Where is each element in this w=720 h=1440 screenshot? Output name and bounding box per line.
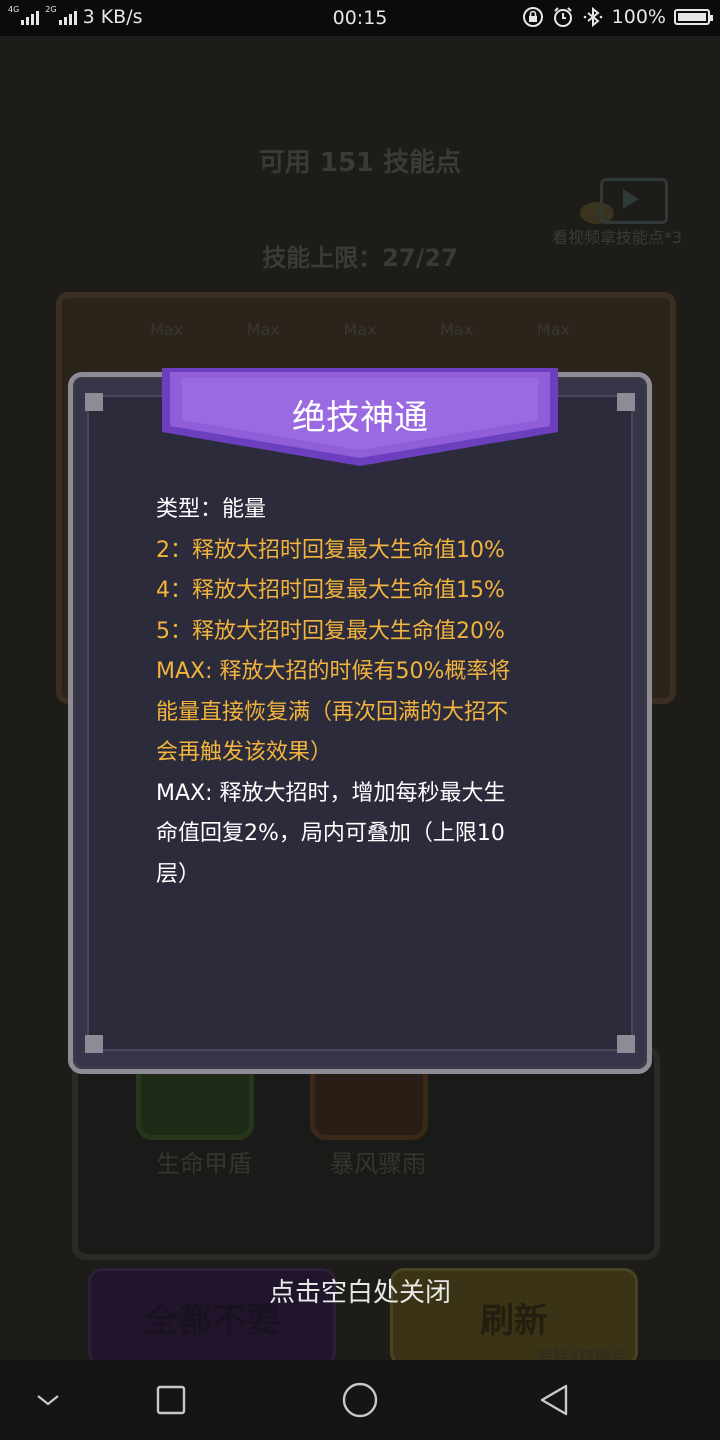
lock-rotation-icon (522, 7, 543, 27)
max-label: Max (343, 320, 377, 339)
max-labels-row: Max Max Max Max Max (150, 320, 570, 339)
desc-line-tier4: 4：释放大招时回复最大生命值15% (156, 578, 505, 603)
desc-line-max2a: MAX: 释放大招时，增加每秒最大生 (156, 780, 506, 806)
skill-name-storm: 暴风骤雨 (330, 1150, 426, 1178)
max-label: Max (246, 320, 280, 339)
max-label: Max (440, 320, 474, 339)
battery-percent: 100% (611, 6, 666, 28)
video-play-icon[interactable] (600, 178, 668, 224)
max-label: Max (536, 320, 570, 339)
circle-home-icon[interactable] (340, 1380, 380, 1420)
battery-icon (674, 9, 713, 25)
skill-name-shield: 生命甲盾 (156, 1150, 252, 1178)
navigation-bar (0, 1360, 720, 1440)
square-recent-icon[interactable] (155, 1384, 187, 1416)
desc-line-max1b: 能量直接恢复满（再次回满的大招不 (156, 699, 509, 725)
desc-line-tier5: 5：释放大招时回复最大生命值20% (156, 618, 505, 644)
bluetooth-icon (583, 6, 602, 28)
skill-limit: 技能上限：27/27 (262, 244, 458, 272)
corner-ornament (617, 393, 635, 411)
corner-ornament (617, 1035, 635, 1053)
max-label: Max (150, 320, 184, 339)
alarm-icon (553, 7, 572, 27)
battery-level (678, 13, 706, 21)
desc-line-max2b: 命值回复2%，局内可叠加（上限10 (156, 821, 505, 846)
desc-line-max1c: 会再触发该效果） (156, 740, 333, 765)
skill-description: 类型：能量 2：释放大招时回复最大生命值10% 4：释放大招时回复最大生命值15… (156, 490, 576, 895)
desc-line-max1a: MAX: 释放大招的时候有50%概率将 (156, 659, 511, 684)
status-bar: 4G 2G 3 KB/s 00:15 100% (0, 0, 720, 36)
desc-line-max2c: 层） (156, 861, 201, 887)
available-skill-points: 可用 151 技能点 (258, 148, 462, 178)
modal-title: 绝技神通 (292, 398, 428, 438)
desc-line-tier2: 2：释放大招时回复最大生命值10% (156, 537, 505, 563)
chevron-down-icon[interactable] (36, 1390, 60, 1410)
corner-ornament (85, 393, 103, 411)
close-hint[interactable]: 点击空白处关闭 (0, 1272, 720, 1309)
desc-line-type: 类型：能量 (156, 497, 267, 522)
triangle-back-icon[interactable] (536, 1382, 572, 1418)
corner-ornament (85, 1035, 103, 1053)
